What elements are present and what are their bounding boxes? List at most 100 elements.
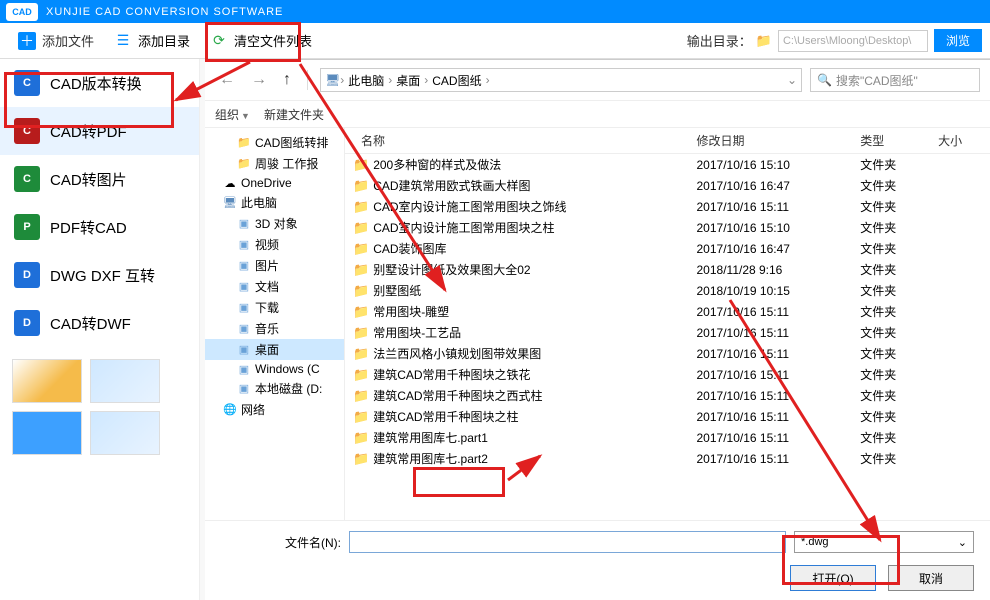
- col-type[interactable]: 类型: [852, 128, 930, 154]
- filename-label: 文件名(N):: [221, 534, 341, 551]
- file-date: 2017/10/16 15:11: [689, 385, 853, 406]
- output-path-field[interactable]: C:\Users\Mloong\Desktop\: [778, 30, 928, 52]
- clear-button[interactable]: ⟳ 清空文件列表: [200, 27, 322, 54]
- dialog-menubar: 组织▼ 新建文件夹: [205, 100, 990, 128]
- search-input[interactable]: 🔍 搜索"CAD图纸": [810, 68, 980, 92]
- dialog-footer: 文件名(N): *.dwg ⌄ 打开(O) 取消: [205, 520, 990, 600]
- tree-node[interactable]: ▣Windows (C: [205, 360, 344, 378]
- nav-back-button[interactable]: ←: [215, 69, 239, 91]
- file-row[interactable]: 📁法兰西风格小镇规划图带效果图2017/10/16 15:11文件夹: [345, 343, 990, 364]
- file-row[interactable]: 📁常用图块-工艺品2017/10/16 15:11文件夹: [345, 322, 990, 343]
- add-file-label: 添加文件: [42, 31, 94, 50]
- file-type: 文件夹: [852, 385, 930, 406]
- tree-node[interactable]: 🖥此电脑: [205, 192, 344, 213]
- cad-img-icon: C: [14, 166, 40, 192]
- tree-node[interactable]: ▣下载: [205, 297, 344, 318]
- add-file-button[interactable]: ＋ 添加文件: [8, 27, 104, 54]
- file-row[interactable]: 📁建筑常用图库七.part22017/10/16 15:11文件夹: [345, 448, 990, 469]
- file-name: 常用图块-工艺品: [373, 324, 461, 341]
- nav-forward-button[interactable]: →: [247, 69, 271, 91]
- tree-node[interactable]: 🌐网络: [205, 399, 344, 420]
- file-name: 建筑CAD常用千种图块之铁花: [373, 366, 530, 383]
- sidebar-item-cad2pdf[interactable]: C CAD转PDF: [0, 107, 199, 155]
- clear-icon: ⟳: [210, 32, 228, 50]
- thumb-4[interactable]: [90, 411, 160, 455]
- file-row[interactable]: 📁常用图块-雕塑2017/10/16 15:11文件夹: [345, 301, 990, 322]
- output-dir-label: 输出目录：: [687, 31, 752, 50]
- tree-label: 3D 对象: [255, 215, 298, 232]
- sidebar-item-cad2img[interactable]: C CAD转图片: [0, 155, 199, 203]
- filename-input[interactable]: [349, 531, 786, 553]
- file-type: 文件夹: [852, 322, 930, 343]
- file-name: CAD室内设计施工图常用图块之柱: [373, 219, 554, 236]
- path-bar[interactable]: 🖥 › 此电脑 › 桌面 › CAD图纸 › ⌄: [320, 68, 802, 92]
- file-row[interactable]: 📁别墅图纸2018/10/19 10:15文件夹: [345, 280, 990, 301]
- file-row[interactable]: 📁建筑CAD常用千种图块之铁花2017/10/16 15:11文件夹: [345, 364, 990, 385]
- file-row[interactable]: 📁CAD装饰图库2017/10/16 16:47文件夹: [345, 238, 990, 259]
- organize-menu[interactable]: 组织▼: [215, 106, 250, 123]
- tree-node[interactable]: ▣桌面: [205, 339, 344, 360]
- folder-icon: 📁: [353, 241, 369, 257]
- folder-icon: 📁: [353, 199, 369, 215]
- file-name: 别墅图纸: [373, 282, 421, 299]
- file-row[interactable]: 📁CAD室内设计施工图常用图块之饰线2017/10/16 15:11文件夹: [345, 196, 990, 217]
- file-date: 2017/10/16 15:11: [689, 301, 853, 322]
- app-logo: CAD: [6, 3, 38, 21]
- titlebar: CAD XUNJIE CAD CONVERSION SOFTWARE: [0, 0, 990, 23]
- tree-label: 图片: [255, 257, 279, 274]
- file-date: 2017/10/16 15:11: [689, 406, 853, 427]
- path-seg-1[interactable]: 桌面: [392, 72, 424, 89]
- cancel-button[interactable]: 取消: [888, 565, 974, 591]
- fold-icon: 📁: [237, 136, 251, 150]
- tree-node[interactable]: ▣3D 对象: [205, 213, 344, 234]
- file-row[interactable]: 📁建筑CAD常用千种图块之柱2017/10/16 15:11文件夹: [345, 406, 990, 427]
- path-dropdown-icon[interactable]: ⌄: [787, 73, 797, 87]
- add-dir-button[interactable]: ☰ 添加目录: [104, 27, 200, 54]
- tree-node[interactable]: ▣音乐: [205, 318, 344, 339]
- tree-node[interactable]: ▣本地磁盘 (D:: [205, 378, 344, 399]
- sidebar-item-version[interactable]: C CAD版本转换: [0, 59, 199, 107]
- file-row[interactable]: 📁CAD室内设计施工图常用图块之柱2017/10/16 15:10文件夹: [345, 217, 990, 238]
- sidebar-item-label: PDF转CAD: [50, 217, 127, 238]
- thumb-1[interactable]: [12, 359, 82, 403]
- file-filter-select[interactable]: *.dwg ⌄: [794, 531, 974, 553]
- file-type: 文件夹: [852, 154, 930, 176]
- thumb-3[interactable]: [12, 411, 82, 455]
- col-date[interactable]: 修改日期: [689, 128, 853, 154]
- open-button[interactable]: 打开(O): [790, 565, 876, 591]
- thumb-2[interactable]: [90, 359, 160, 403]
- folder-icon: 📁: [353, 430, 369, 446]
- tree-node[interactable]: 📁CAD图纸转排: [205, 132, 344, 153]
- file-row[interactable]: 📁建筑CAD常用千种图块之西式柱2017/10/16 15:11文件夹: [345, 385, 990, 406]
- tree-node[interactable]: ▣图片: [205, 255, 344, 276]
- file-date: 2017/10/16 15:11: [689, 343, 853, 364]
- file-type: 文件夹: [852, 427, 930, 448]
- browse-button[interactable]: 浏览: [934, 29, 982, 52]
- cloud-icon: ☁: [223, 176, 237, 190]
- col-name[interactable]: 名称: [345, 128, 689, 154]
- folder-icon: 📁: [353, 451, 369, 467]
- path-seg-0[interactable]: 此电脑: [344, 72, 388, 89]
- file-row[interactable]: 📁200多种窗的样式及做法2017/10/16 15:10文件夹: [345, 154, 990, 176]
- new-folder-button[interactable]: 新建文件夹: [264, 106, 324, 123]
- tree-label: 此电脑: [241, 194, 277, 211]
- tree-node[interactable]: ▣文档: [205, 276, 344, 297]
- tree-node[interactable]: ▣视频: [205, 234, 344, 255]
- tree-node[interactable]: ☁OneDrive: [205, 174, 344, 192]
- file-row[interactable]: 📁建筑常用图库七.part12017/10/16 15:11文件夹: [345, 427, 990, 448]
- tree-label: Windows (C: [255, 362, 320, 376]
- col-size[interactable]: 大小: [930, 128, 990, 154]
- sidebar-item-cad2dwf[interactable]: D CAD转DWF: [0, 299, 199, 347]
- file-date: 2017/10/16 16:47: [689, 175, 853, 196]
- file-row[interactable]: 📁别墅设计图纸及效果图大全022018/11/28 9:16文件夹: [345, 259, 990, 280]
- folder-icon: 📁: [353, 262, 369, 278]
- nav-up-button[interactable]: ↑: [279, 69, 295, 91]
- file-row[interactable]: 📁CAD建筑常用欧式铁画大样图2017/10/16 16:47文件夹: [345, 175, 990, 196]
- path-seg-2[interactable]: CAD图纸: [428, 72, 485, 89]
- net-icon: 🌐: [223, 403, 237, 417]
- sidebar-item-pdf2cad[interactable]: P PDF转CAD: [0, 203, 199, 251]
- sidebar-item-label: CAD转DWF: [50, 313, 131, 334]
- tree-label: 下载: [255, 299, 279, 316]
- tree-node[interactable]: 📁周骏 工作报: [205, 153, 344, 174]
- sidebar-item-dwg-dxf[interactable]: D DWG DXF 互转: [0, 251, 199, 299]
